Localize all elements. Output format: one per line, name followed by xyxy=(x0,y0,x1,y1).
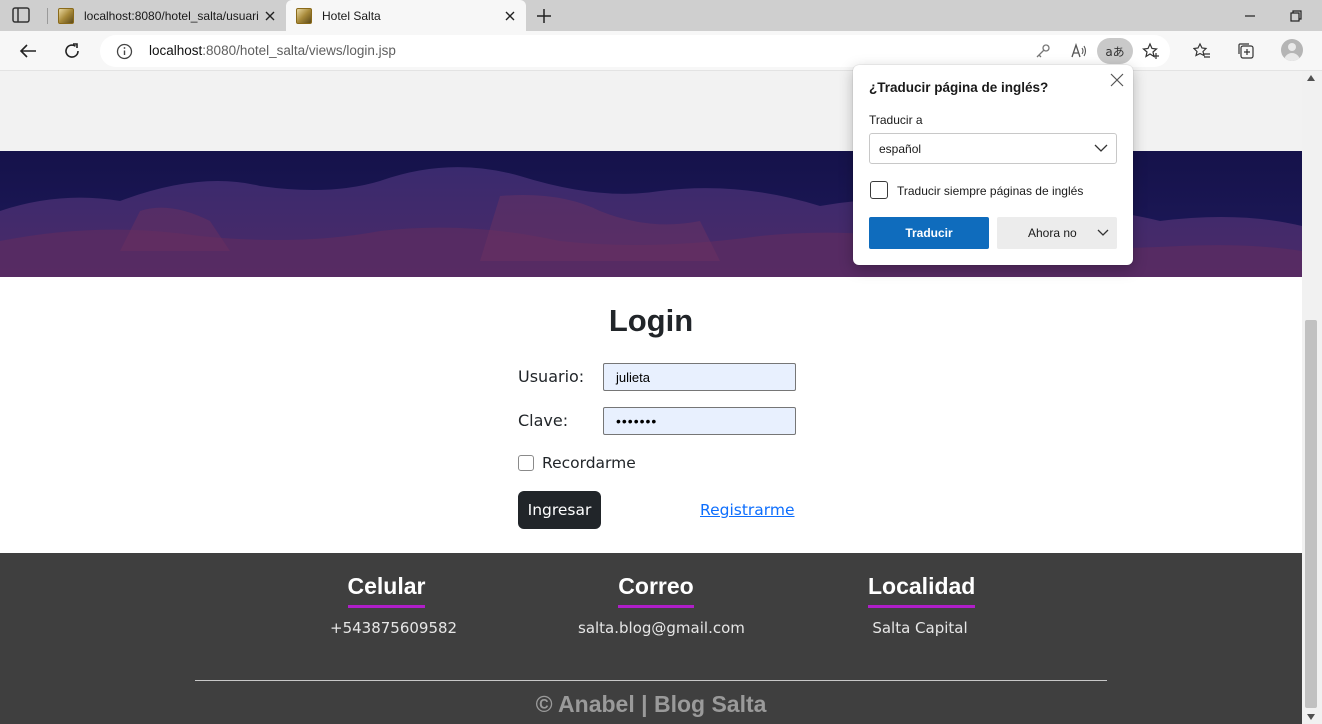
profile-avatar[interactable] xyxy=(1281,39,1303,61)
footer: Celular +543875609582 Correo salta.blog@… xyxy=(0,553,1302,724)
language-select[interactable]: español xyxy=(869,133,1117,164)
translate-popup: ¿Traducir página de inglés? Traducir a e… xyxy=(853,65,1133,265)
close-icon[interactable] xyxy=(258,4,282,28)
back-icon[interactable] xyxy=(16,39,40,63)
footer-heading: Correo xyxy=(618,573,694,608)
copyright-text: © Anabel | Blog Salta xyxy=(535,691,767,717)
close-icon[interactable] xyxy=(498,4,522,28)
always-translate-label[interactable]: Traducir siempre páginas de inglés xyxy=(897,184,1083,198)
footer-phone: +543875609582 xyxy=(330,619,458,637)
add-favorite-icon[interactable] xyxy=(1141,41,1161,61)
scroll-up-arrow-icon[interactable] xyxy=(1307,75,1315,81)
read-aloud-icon[interactable] xyxy=(1069,41,1089,61)
close-icon[interactable] xyxy=(1108,71,1126,89)
favorites-icon[interactable] xyxy=(1190,39,1214,63)
hotel-favicon-icon xyxy=(58,7,74,24)
tab-title: Hotel Salta xyxy=(322,8,381,23)
clave-label: Clave: xyxy=(518,411,569,430)
footer-location: Salta Capital xyxy=(872,619,968,637)
translate-icon[interactable]: aあ xyxy=(1097,38,1133,64)
chevron-down-icon[interactable] xyxy=(1097,228,1109,238)
footer-email: salta.blog@gmail.com xyxy=(578,619,745,637)
page-scrollbar[interactable] xyxy=(1302,71,1322,724)
scrollbar-thumb[interactable] xyxy=(1305,320,1317,708)
not-now-label: Ahora no xyxy=(1028,226,1077,240)
site-info-icon[interactable] xyxy=(116,43,133,60)
footer-correo: Correo salta.blog@gmail.com xyxy=(578,573,745,637)
url-path: :8080/hotel_salta/views/login.jsp xyxy=(202,43,396,58)
collections-icon[interactable] xyxy=(1234,39,1258,63)
not-now-button[interactable]: Ahora no xyxy=(997,217,1117,249)
always-translate-checkbox[interactable] xyxy=(870,181,888,199)
restore-icon[interactable] xyxy=(1288,8,1304,24)
usuario-label: Usuario: xyxy=(518,367,585,386)
page-title: Login xyxy=(608,303,694,338)
footer-celular: Celular +543875609582 xyxy=(330,573,458,637)
password-input[interactable]: ••••••• xyxy=(603,407,796,435)
browser-window: localhost:8080/hotel_salta/usuario Hotel… xyxy=(0,0,1322,724)
chevron-down-icon xyxy=(1094,144,1108,152)
register-link[interactable]: Registrarme xyxy=(700,501,795,519)
tab-actions-icon[interactable] xyxy=(12,7,30,23)
key-icon[interactable] xyxy=(1033,41,1053,61)
tab-title: localhost:8080/hotel_salta/usuario xyxy=(84,8,258,23)
url-host: localhost xyxy=(149,43,203,58)
remember-label[interactable]: Recordarme xyxy=(542,454,636,472)
remember-checkbox[interactable] xyxy=(518,455,534,471)
minimize-icon[interactable] xyxy=(1242,8,1258,24)
scroll-down-arrow-icon[interactable] xyxy=(1307,714,1315,720)
tab-usuario[interactable]: localhost:8080/hotel_salta/usuario xyxy=(48,0,286,31)
footer-localidad: Localidad Salta Capital xyxy=(868,573,976,637)
translate-to-label: Traducir a xyxy=(869,113,923,127)
footer-heading: Celular xyxy=(347,573,426,608)
login-button[interactable]: Ingresar xyxy=(518,491,601,529)
usuario-input[interactable]: julieta xyxy=(603,363,796,391)
tab-hotel-salta[interactable]: Hotel Salta xyxy=(286,0,526,31)
new-tab-icon[interactable] xyxy=(533,5,555,27)
address-bar[interactable]: localhost:8080/hotel_salta/views/login.j… xyxy=(100,35,1170,67)
translate-button[interactable]: Traducir xyxy=(869,217,989,249)
refresh-icon[interactable] xyxy=(60,39,84,63)
tab-strip: localhost:8080/hotel_salta/usuario Hotel… xyxy=(0,0,1322,31)
footer-divider xyxy=(195,680,1107,681)
hotel-favicon-icon xyxy=(296,7,312,24)
footer-heading: Localidad xyxy=(868,573,976,608)
selected-language: español xyxy=(879,141,922,156)
url-text: localhost:8080/hotel_salta/views/login.j… xyxy=(149,43,396,58)
translate-popup-title: ¿Traducir página de inglés? xyxy=(869,80,1049,95)
